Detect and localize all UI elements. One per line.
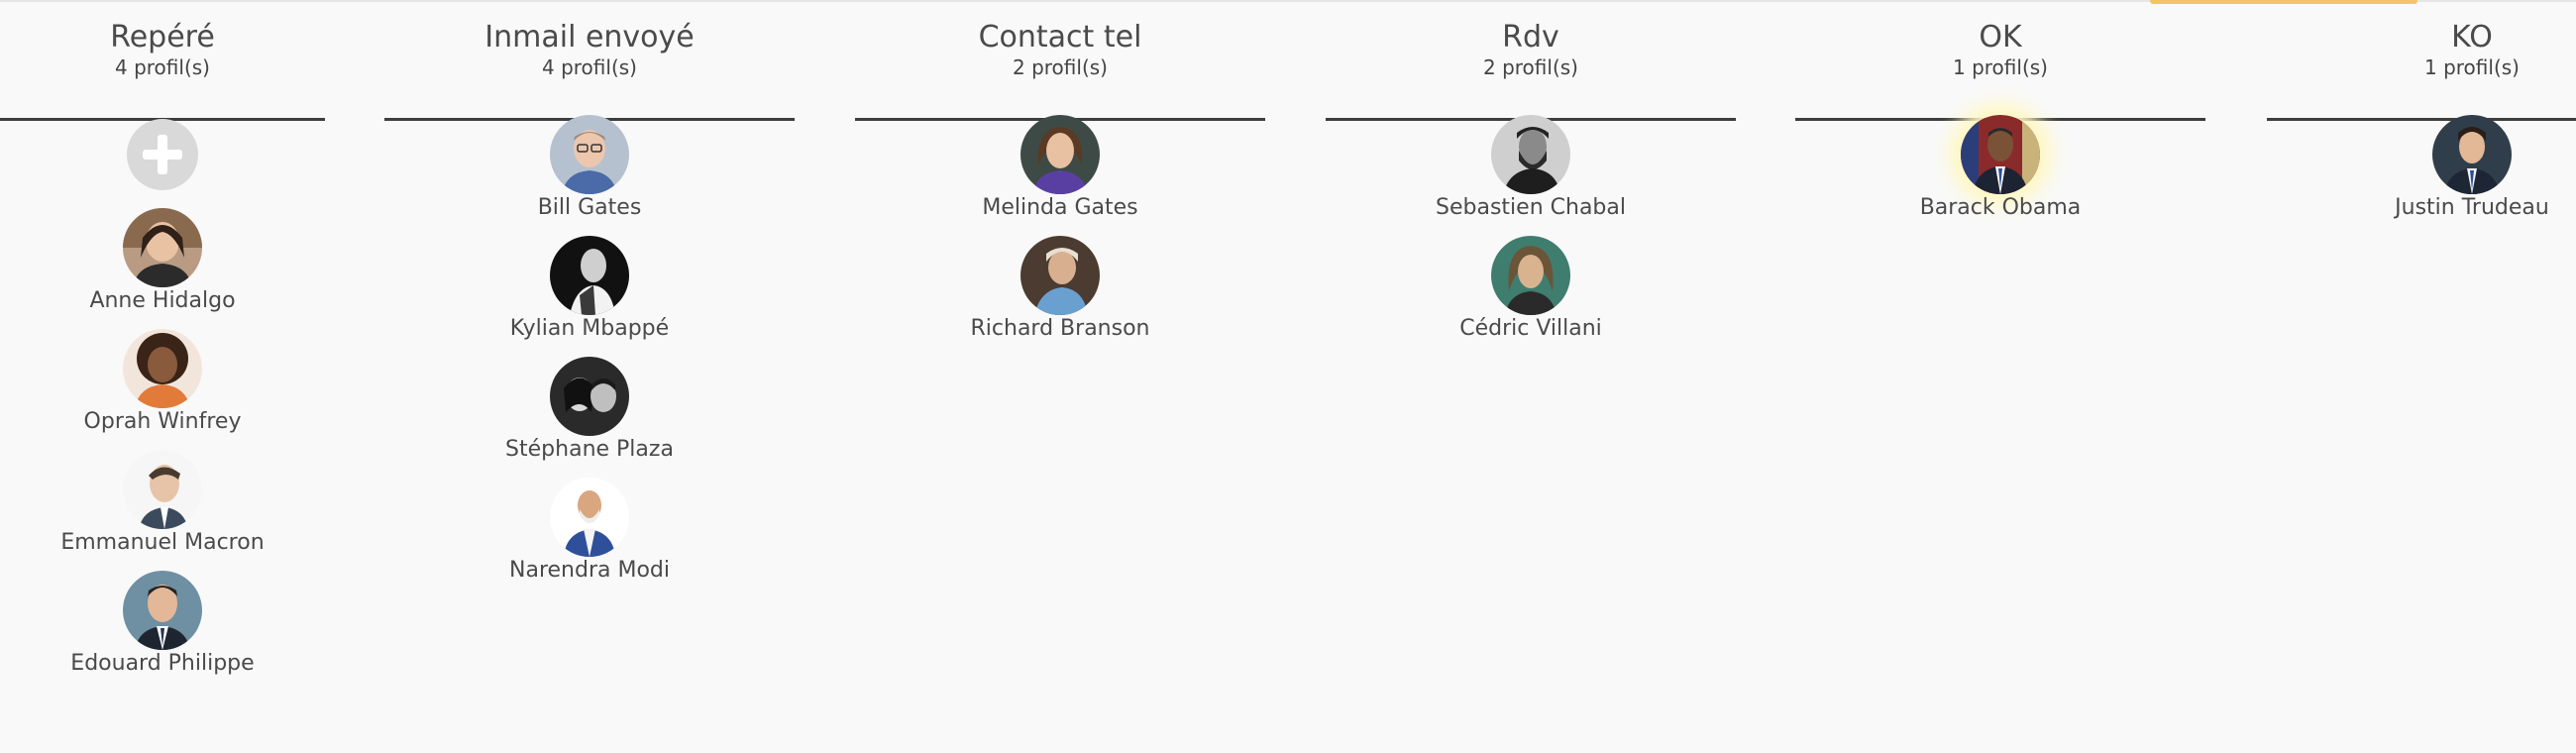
avatar <box>550 478 629 557</box>
profile-card[interactable]: Justin Trudeau <box>2267 115 2576 221</box>
profile-card[interactable]: Barack Obama <box>1795 115 2205 221</box>
profile-card[interactable]: Cédric Villani <box>1326 236 1736 342</box>
column-ko: KO 1 profil(s) Justin Trudeau <box>2267 0 2576 753</box>
column-title: KO <box>2451 20 2493 54</box>
column-header: Rdv 2 profil(s) <box>1326 20 1736 121</box>
card-list: Anne Hidalgo Oprah Winfrey Emmanuel Macr… <box>0 115 325 677</box>
column-header: KO 1 profil(s) <box>2267 20 2576 121</box>
profile-name: Justin Trudeau <box>2395 195 2549 220</box>
avatar <box>1491 115 1570 194</box>
column-count: 4 profil(s) <box>115 55 210 79</box>
profile-card[interactable]: Stéphane Plaza <box>384 357 795 463</box>
profile-name: Barack Obama <box>1919 195 2082 220</box>
column-inmail-envoye: Inmail envoyé 4 profil(s) Bill Gates Kyl… <box>384 0 795 753</box>
avatar <box>1020 115 1100 194</box>
column-title: Inmail envoyé <box>484 20 695 54</box>
column-count: 1 profil(s) <box>2424 55 2520 79</box>
profile-name: Oprah Winfrey <box>83 409 242 434</box>
profile-card[interactable]: Narendra Modi <box>384 478 795 584</box>
pipeline-board: Repéré 4 profil(s) Anne Hidalgo Oprah Wi… <box>0 0 2576 753</box>
profile-card[interactable]: Sebastien Chabal <box>1326 115 1736 221</box>
add-profile-button[interactable] <box>127 119 198 190</box>
column-count: 1 profil(s) <box>1953 55 2048 79</box>
avatar <box>123 329 202 408</box>
profile-name: Narendra Modi <box>509 558 670 583</box>
profile-name: Edouard Philippe <box>70 651 255 676</box>
column-title: Rdv <box>1502 20 1559 54</box>
column-count: 2 profil(s) <box>1483 55 1578 79</box>
profile-name: Stéphane Plaza <box>505 437 674 462</box>
column-header: Repéré 4 profil(s) <box>0 20 325 121</box>
profile-name: Melinda Gates <box>982 195 1138 220</box>
column-repere: Repéré 4 profil(s) Anne Hidalgo Oprah Wi… <box>0 0 325 753</box>
column-rdv: Rdv 2 profil(s) Sebastien Chabal Cédric … <box>1326 0 1736 753</box>
avatar <box>550 236 629 315</box>
card-list: Justin Trudeau <box>2267 115 2576 221</box>
profile-name: Kylian Mbappé <box>509 316 670 341</box>
card-list: Barack Obama <box>1795 115 2205 221</box>
card-list: Sebastien Chabal Cédric Villani <box>1326 115 1736 342</box>
profile-card[interactable]: Emmanuel Macron <box>0 450 325 556</box>
column-count: 4 profil(s) <box>542 55 637 79</box>
avatar <box>1020 236 1100 315</box>
column-ok: OK 1 profil(s) Barack Obama <box>1795 0 2205 753</box>
profile-card[interactable]: Anne Hidalgo <box>0 208 325 314</box>
plus-icon <box>143 135 182 174</box>
avatar <box>550 357 629 436</box>
profile-card[interactable]: Kylian Mbappé <box>384 236 795 342</box>
column-title: OK <box>1979 20 2022 54</box>
profile-card[interactable]: Oprah Winfrey <box>0 329 325 435</box>
profile-name: Richard Branson <box>970 316 1150 341</box>
avatar <box>1961 115 2040 194</box>
avatar <box>123 571 202 650</box>
profile-card[interactable]: Edouard Philippe <box>0 571 325 677</box>
profile-name: Cédric Villani <box>1459 316 1602 341</box>
add-profile-card <box>0 119 325 198</box>
avatar <box>123 450 202 529</box>
column-header: OK 1 profil(s) <box>1795 20 2205 121</box>
profile-card[interactable]: Melinda Gates <box>855 115 1265 221</box>
avatar <box>123 208 202 287</box>
card-list: Bill Gates Kylian Mbappé Stéphane Plaza … <box>384 115 795 584</box>
profile-name: Anne Hidalgo <box>89 288 236 313</box>
avatar <box>550 115 629 194</box>
avatar <box>2432 115 2512 194</box>
column-title: Contact tel <box>978 20 1142 54</box>
column-contact-tel: Contact tel 2 profil(s) Melinda Gates Ri… <box>855 0 1265 753</box>
profile-name: Bill Gates <box>537 195 642 220</box>
profile-card[interactable]: Bill Gates <box>384 115 795 221</box>
profile-name: Sebastien Chabal <box>1436 195 1626 220</box>
card-list: Melinda Gates Richard Branson <box>855 115 1265 342</box>
column-header: Contact tel 2 profil(s) <box>855 20 1265 121</box>
profile-card[interactable]: Richard Branson <box>855 236 1265 342</box>
avatar <box>1491 236 1570 315</box>
column-count: 2 profil(s) <box>1013 55 1108 79</box>
profile-name: Emmanuel Macron <box>60 530 265 555</box>
column-title: Repéré <box>110 20 215 54</box>
column-header: Inmail envoyé 4 profil(s) <box>384 20 795 121</box>
